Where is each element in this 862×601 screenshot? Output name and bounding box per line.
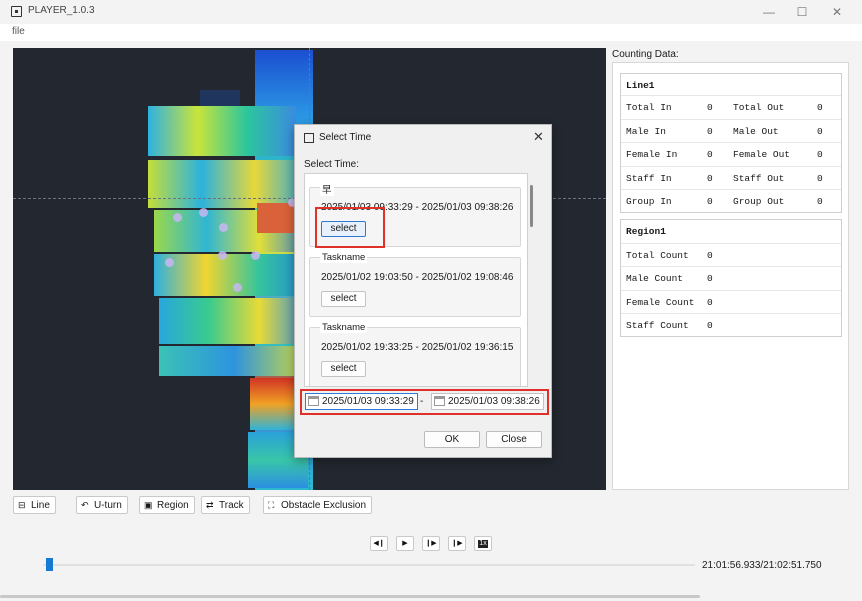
count-label: Staff Count: [626, 320, 689, 331]
task-select-button[interactable]: select: [321, 361, 366, 377]
play-icon: ▶: [402, 540, 408, 547]
count-label: Total In: [626, 102, 672, 113]
line-tool-label: Line: [31, 500, 50, 511]
play-button[interactable]: ▶: [396, 536, 414, 551]
prev-frame-icon: ◀❙: [373, 540, 385, 547]
highlight-box: [315, 207, 385, 248]
task-list-scrollbar[interactable]: [530, 185, 533, 227]
count-value: 0: [707, 273, 713, 284]
dialog-close-button[interactable]: Close: [486, 431, 542, 448]
line-counter-box: Line1 Total In 0 Total Out 0 Male In 0 M…: [620, 73, 842, 213]
task-select-button[interactable]: select: [321, 291, 366, 307]
count-value: 0: [707, 196, 713, 207]
count-value: 0: [817, 126, 823, 137]
count-label: Group Out: [733, 196, 785, 207]
count-value: 0: [817, 102, 823, 113]
line-tool-button[interactable]: ⊟ Line: [13, 496, 56, 514]
count-value: 0: [707, 102, 713, 113]
count-row: Total Count 0: [621, 243, 841, 266]
minimize-button[interactable]: —: [754, 2, 784, 22]
count-value: 0: [707, 320, 713, 331]
count-value: 0: [707, 173, 713, 184]
uturn-tool-label: U-turn: [94, 500, 122, 511]
counting-data-title: Counting Data:: [612, 49, 679, 60]
count-label: Staff Out: [733, 173, 785, 184]
task-list[interactable]: 早 2025/01/03 09:33:29 - 2025/01/03 09:38…: [304, 173, 528, 387]
count-row: Female In 0 Female Out 0: [621, 142, 841, 165]
dialog-title: Select Time: [319, 132, 372, 143]
title-bar: [0, 0, 862, 24]
dialog-close-icon[interactable]: ✕: [533, 129, 544, 145]
region-icon: ▣: [144, 500, 153, 510]
dialog-icon: [304, 133, 314, 143]
task-range: 2025/01/02 19:33:25 - 2025/01/02 19:36:1…: [321, 342, 514, 353]
progress-handle[interactable]: [46, 558, 54, 571]
track-tool-label: Track: [219, 500, 244, 511]
prev-frame-button[interactable]: ◀❙: [370, 536, 388, 551]
count-label: Female Count: [626, 297, 695, 308]
speed-label: 1x: [478, 540, 488, 548]
task-name: 早: [320, 182, 334, 196]
menu-bar: file: [0, 24, 862, 41]
task-item: Taskname 2025/01/02 19:03:50 - 2025/01/0…: [309, 252, 521, 317]
obstacle-icon: ⛶: [268, 500, 275, 510]
count-row: Female Count 0: [621, 290, 841, 313]
region-tool-label: Region: [157, 500, 189, 511]
timecode: 21:01:56.933/21:02:51.750: [702, 560, 822, 571]
window-title: PLAYER_1.0.3: [28, 5, 95, 16]
count-value: 0: [817, 149, 823, 160]
count-label: Male In: [626, 126, 666, 137]
line-name: Line1: [626, 80, 655, 91]
counting-panel: Line1 Total In 0 Total Out 0 Male In 0 M…: [612, 62, 849, 490]
horizontal-scrollbar[interactable]: [0, 595, 700, 598]
ok-button[interactable]: OK: [424, 431, 480, 448]
track-icon: ⇄: [206, 500, 214, 510]
task-item: Taskname 2025/01/02 19:33:25 - 2025/01/0…: [309, 322, 521, 386]
count-label: Female In: [626, 149, 678, 160]
count-value: 0: [707, 149, 713, 160]
count-row: Male In 0 Male Out 0: [621, 119, 841, 142]
next-frame-icon: ❙▶: [451, 540, 463, 547]
next-frame-button[interactable]: ❙▶: [448, 536, 466, 551]
count-label: Total Out: [733, 102, 785, 113]
task-name: Taskname: [320, 322, 368, 333]
count-label: Male Count: [626, 273, 684, 284]
menu-file[interactable]: file: [12, 26, 25, 37]
obstacle-tool-label: Obstacle Exclusion: [281, 500, 367, 511]
count-row: Male Count 0: [621, 266, 841, 289]
region-name: Region1: [626, 226, 666, 237]
next-icon: ❙▶: [425, 540, 437, 547]
line-icon: ⊟: [18, 500, 26, 510]
uturn-tool-button[interactable]: ↶ U-turn: [76, 496, 128, 514]
maximize-button[interactable]: ☐: [787, 2, 817, 22]
close-button[interactable]: ✕: [822, 2, 852, 22]
count-label: Staff In: [626, 173, 672, 184]
count-row: Staff In 0 Staff Out 0: [621, 166, 841, 189]
uturn-icon: ↶: [81, 500, 89, 510]
next-button[interactable]: ❙▶: [422, 536, 440, 551]
speed-button[interactable]: 1x: [474, 536, 492, 551]
count-row: Group In 0 Group Out 0: [621, 189, 841, 212]
count-value: 0: [817, 173, 823, 184]
count-value: 0: [817, 196, 823, 207]
track-tool-button[interactable]: ⇄ Track: [201, 496, 250, 514]
count-row: Total In 0 Total Out 0: [621, 95, 841, 118]
task-name: Taskname: [320, 252, 368, 263]
task-range: 2025/01/02 19:03:50 - 2025/01/02 19:08:4…: [321, 272, 514, 283]
count-label: Female Out: [733, 149, 791, 160]
count-row: Staff Count 0: [621, 313, 841, 336]
count-value: 0: [707, 126, 713, 137]
count-label: Total Count: [626, 250, 689, 261]
count-label: Male Out: [733, 126, 779, 137]
app-icon: [11, 6, 22, 17]
region-tool-button[interactable]: ▣ Region: [139, 496, 195, 514]
select-time-label: Select Time:: [304, 159, 360, 170]
count-label: Group In: [626, 196, 672, 207]
count-value: 0: [707, 250, 713, 261]
region-counter-box: Region1 Total Count 0 Male Count 0 Femal…: [620, 219, 842, 337]
obstacle-exclusion-button[interactable]: ⛶ Obstacle Exclusion: [263, 496, 373, 514]
highlight-box: [300, 389, 549, 415]
count-value: 0: [707, 297, 713, 308]
progress-bar[interactable]: [43, 564, 695, 566]
